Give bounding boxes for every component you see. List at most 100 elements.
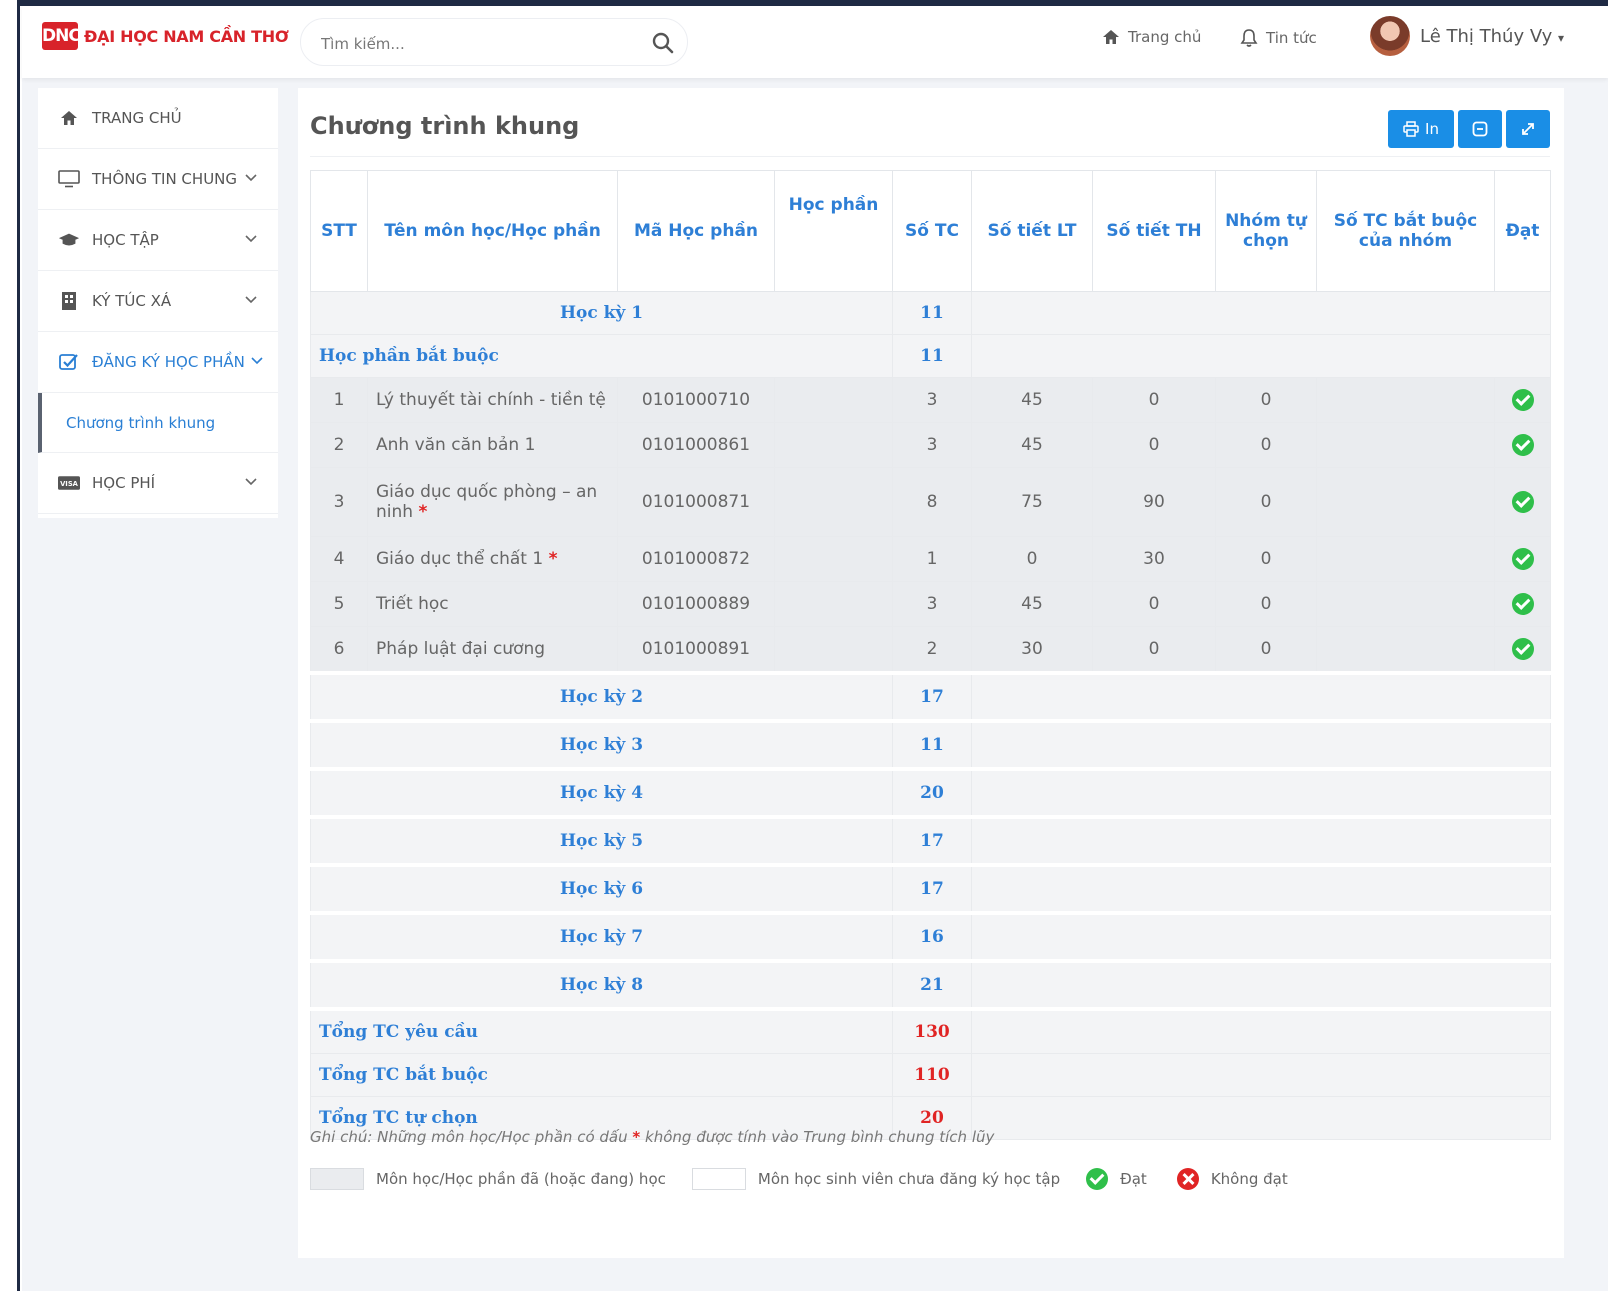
logo-mark: DNC	[42, 22, 81, 50]
semester-row[interactable]: Học kỳ 7 16	[310, 911, 1551, 962]
cell-group: 0	[1215, 377, 1317, 423]
print-button[interactable]: In	[1388, 110, 1454, 148]
building-icon	[58, 292, 80, 310]
group-credits: 11	[892, 334, 972, 378]
col-header-course-name: Tên môn học/Học phần	[367, 170, 618, 292]
semester-row[interactable]: Học kỳ 1 11	[310, 291, 1551, 335]
cell-stt: 6	[310, 626, 368, 674]
cell-course	[774, 581, 893, 627]
cell-practice: 0	[1092, 626, 1216, 674]
nav-home-label: Trang chủ	[1128, 28, 1202, 46]
cell-group: 0	[1215, 422, 1317, 468]
empty-cell	[971, 1007, 1551, 1054]
cell-passed	[1494, 581, 1551, 627]
group-row: Học phần bắt buộc 11	[310, 334, 1551, 378]
semester-credits: 17	[892, 863, 972, 914]
legend-label-failed: Không đạt	[1210, 1170, 1288, 1188]
semester-label: Học kỳ 5	[310, 815, 893, 866]
cell-practice: 0	[1092, 581, 1216, 627]
semester-row[interactable]: Học kỳ 2 17	[310, 671, 1551, 722]
course-name-text: Anh văn căn bản 1	[376, 435, 536, 455]
footnote-suffix: không được tính vào Trung bình chung tíc…	[645, 1128, 995, 1146]
semester-credits: 20	[892, 767, 972, 818]
cell-group-credits	[1316, 422, 1495, 468]
window-frame-left	[0, 0, 20, 1291]
footnote: Ghi chú: Những môn học/Học phần có dấu *…	[310, 1128, 994, 1146]
brand-logo[interactable]: DNC ĐẠI HỌC NAM CẦN THƠ	[42, 22, 289, 50]
cell-course-code: 0101000710	[617, 377, 775, 423]
table-row[interactable]: 6 Pháp luật đại cương 0101000891 2 30 0 …	[310, 626, 1551, 674]
cell-group: 0	[1215, 536, 1317, 582]
col-header-stt: STT	[310, 170, 368, 292]
semester-label: Học kỳ 3	[310, 719, 893, 770]
total-value: 110	[892, 1053, 972, 1097]
nav-home-link[interactable]: Trang chủ	[1102, 28, 1201, 46]
cell-course-name: Pháp luật đại cương	[367, 626, 618, 674]
cell-course-code: 0101000889	[617, 581, 775, 627]
semester-row[interactable]: Học kỳ 3 11	[310, 719, 1551, 770]
table-row[interactable]: 4 Giáo dục thể chất 1 * 0101000872 1 0 3…	[310, 536, 1551, 582]
sidebar-item-course-registration[interactable]: ĐĂNG KÝ HỌC PHẦN	[38, 332, 278, 393]
col-header-elective-group: Nhóm tự chọn	[1215, 170, 1317, 292]
table-row[interactable]: 2 Anh văn căn bản 1 0101000861 3 45 0 0	[310, 422, 1551, 468]
x-circle-icon	[1176, 1168, 1199, 1190]
sidebar-item-label: HỌC PHÍ	[92, 474, 156, 492]
cell-stt: 1	[310, 377, 368, 423]
sidebar-item-tuition[interactable]: VISA HỌC PHÍ	[38, 453, 278, 514]
search-box	[300, 18, 688, 66]
sidebar-item-label: ĐĂNG KÝ HỌC PHẦN	[92, 353, 245, 371]
semester-row[interactable]: Học kỳ 8 21	[310, 959, 1551, 1010]
cell-theory: 45	[971, 377, 1093, 423]
legend-label-not-registered: Môn học sinh viên chưa đăng ký học tập	[757, 1170, 1061, 1188]
cell-course-name: Giáo dục quốc phòng – an ninh *	[367, 467, 618, 537]
empty-cell	[971, 959, 1551, 1010]
table-row[interactable]: 1 Lý thuyết tài chính - tiền tệ 01010007…	[310, 377, 1551, 423]
fullscreen-button[interactable]	[1506, 110, 1550, 148]
empty-cell	[971, 334, 1551, 378]
home-icon	[1103, 30, 1119, 44]
cell-course	[774, 626, 893, 674]
col-header-group-required-credits: Số TC bắt buộc của nhóm	[1316, 170, 1495, 292]
curriculum-table: STT Tên môn học/Học phần Mã Học phần Học…	[310, 170, 1551, 1140]
table-row[interactable]: 3 Giáo dục quốc phòng – an ninh * 010100…	[310, 467, 1551, 537]
semester-credits: 17	[892, 671, 972, 722]
semester-row[interactable]: Học kỳ 6 17	[310, 863, 1551, 914]
search-input[interactable]	[319, 31, 623, 57]
check-circle-icon	[1086, 1168, 1109, 1190]
printer-icon	[1403, 121, 1419, 137]
table-header-row: STT Tên môn học/Học phần Mã Học phần Học…	[310, 170, 1551, 292]
cell-course-code: 0101000891	[617, 626, 775, 674]
course-name-text: Pháp luật đại cương	[376, 639, 546, 659]
cell-group-credits	[1316, 581, 1495, 627]
nav-news-link[interactable]: Tin tức	[1240, 28, 1317, 48]
cell-credits: 2	[892, 626, 972, 674]
chevron-down-icon	[251, 357, 263, 365]
collapse-button[interactable]	[1458, 110, 1502, 148]
avatar[interactable]	[1370, 16, 1410, 56]
semester-row[interactable]: Học kỳ 5 17	[310, 815, 1551, 866]
sidebar-item-home[interactable]: TRANG CHỦ	[38, 88, 278, 149]
empty-cell	[971, 767, 1551, 818]
cell-group-credits	[1316, 467, 1495, 537]
cell-passed	[1494, 467, 1551, 537]
total-row: Tổng TC bắt buộc 110	[310, 1053, 1551, 1097]
sidebar-item-dormitory[interactable]: KÝ TÚC XÁ	[38, 271, 278, 332]
cell-credits: 3	[892, 377, 972, 423]
page-title: Chương trình khung	[310, 112, 580, 140]
total-label: Tổng TC yêu cầu	[310, 1007, 893, 1054]
table-row[interactable]: 5 Triết học 0101000889 3 45 0 0	[310, 581, 1551, 627]
user-name: Lê Thị Thúy Vy	[1420, 26, 1553, 47]
cell-stt: 2	[310, 422, 368, 468]
sidebar-item-study[interactable]: HỌC TẬP	[38, 210, 278, 271]
check-circle-icon	[1511, 434, 1534, 456]
semester-row[interactable]: Học kỳ 4 20	[310, 767, 1551, 818]
cell-group: 0	[1215, 626, 1317, 674]
sidebar-subitem-curriculum[interactable]: Chương trình khung	[38, 393, 278, 453]
check-circle-icon	[1511, 593, 1534, 615]
cell-theory: 0	[971, 536, 1093, 582]
user-menu[interactable]: Lê Thị Thúy Vy ▾	[1420, 26, 1564, 47]
legend-swatch-not-registered	[691, 1168, 746, 1190]
sidebar-item-general-info[interactable]: THÔNG TIN CHUNG	[38, 149, 278, 210]
svg-text:VISA: VISA	[60, 480, 79, 488]
search-icon[interactable]	[651, 31, 675, 55]
